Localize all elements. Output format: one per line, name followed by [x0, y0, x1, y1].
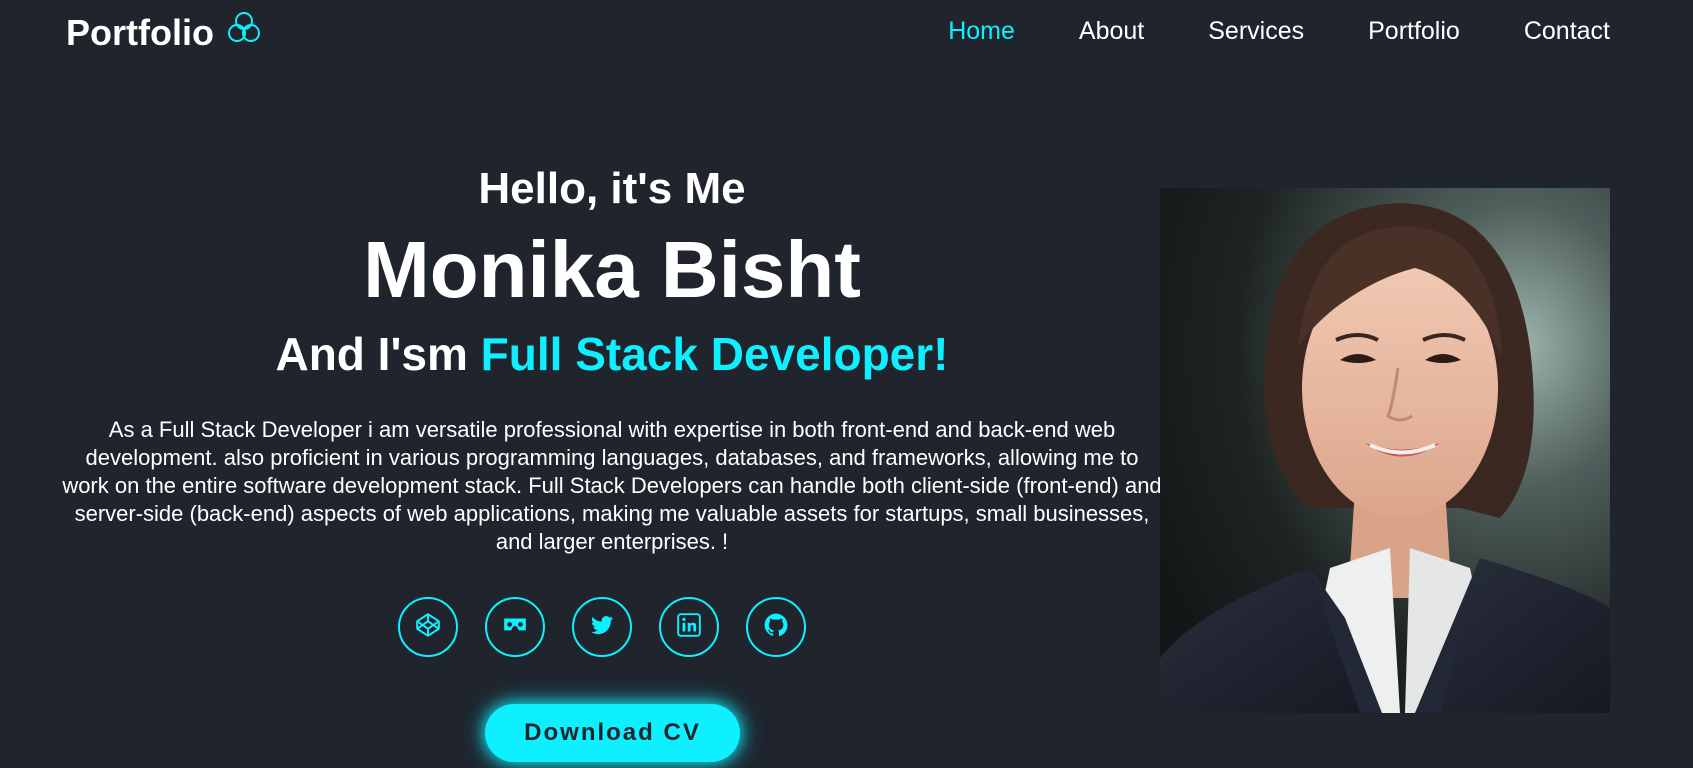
role-highlight: Full Stack Developer!	[480, 328, 949, 380]
download-cv-button[interactable]: Download CV	[485, 704, 740, 762]
greeting: Hello, it's Me	[478, 164, 746, 213]
twitter-link[interactable]	[572, 597, 632, 657]
vr-link[interactable]	[485, 597, 545, 657]
nav-about[interactable]: About	[1079, 14, 1144, 48]
nav-contact[interactable]: Contact	[1524, 14, 1610, 48]
codepen-link[interactable]	[398, 597, 458, 657]
nav-home[interactable]: Home	[948, 14, 1015, 48]
page: Portfolio Home About Services Portfolio …	[0, 0, 1693, 768]
profile-photo-illustration	[1160, 188, 1610, 713]
social-links	[398, 597, 806, 657]
hero-section: Hello, it's Me Monika Bisht And I'sm Ful…	[56, 158, 1168, 556]
logo[interactable]: Portfolio	[66, 10, 262, 55]
role-prefix: And I'sm	[275, 328, 468, 380]
codepen-icon	[415, 612, 441, 643]
linkedin-link[interactable]	[659, 597, 719, 657]
vr-cardboard-icon	[502, 612, 528, 643]
linkedin-icon	[676, 612, 702, 643]
logo-text: Portfolio	[66, 11, 214, 53]
hero-description: As a Full Stack Developer i am versatile…	[62, 417, 1162, 554]
profile-photo	[1160, 188, 1610, 713]
github-link[interactable]	[746, 597, 806, 657]
main-nav: Home About Services Portfolio Contact	[884, 14, 1610, 48]
codepen-knot-icon	[226, 10, 262, 55]
github-icon	[763, 612, 789, 643]
hero-name: Monika Bisht	[363, 225, 861, 314]
nav-portfolio[interactable]: Portfolio	[1368, 14, 1460, 48]
twitter-icon	[589, 612, 615, 643]
site-header: Portfolio Home About Services Portfolio …	[0, 0, 1693, 62]
nav-services[interactable]: Services	[1208, 14, 1304, 48]
hero-role: And I'sm Full Stack Developer!	[56, 322, 1168, 386]
